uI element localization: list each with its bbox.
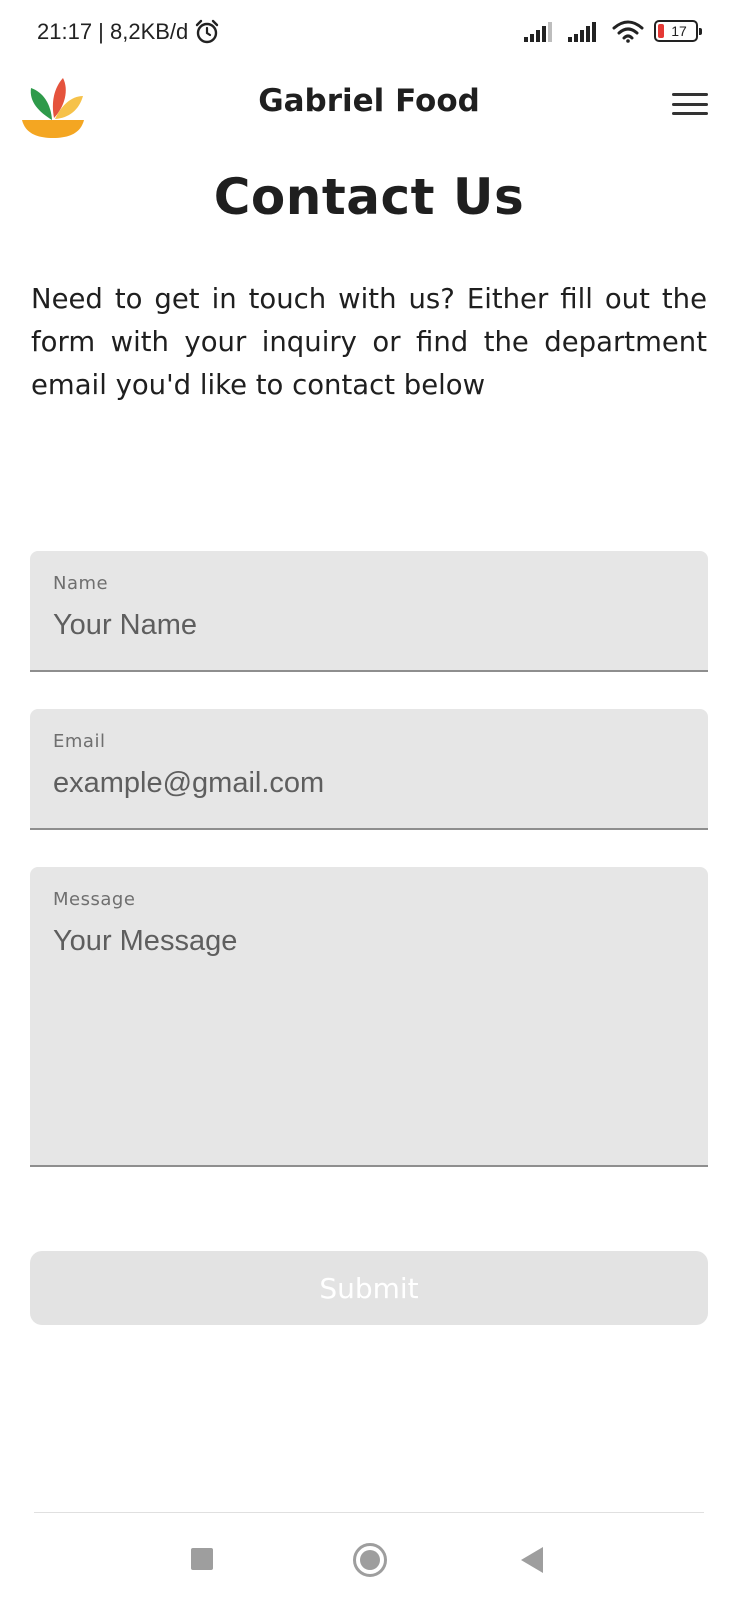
signal-icon xyxy=(568,22,596,42)
email-input[interactable] xyxy=(53,767,683,800)
name-field[interactable]: Name xyxy=(30,551,708,672)
battery-icon: 17 xyxy=(654,20,702,42)
menu-line xyxy=(672,93,708,96)
battery-level: 17 xyxy=(671,23,687,39)
system-nav-bar xyxy=(0,1513,738,1600)
status-right: 17 xyxy=(524,19,702,43)
wifi-icon xyxy=(612,20,644,43)
status-time: 21:17 | 8,2KB/d xyxy=(37,19,189,44)
intro-text: Need to get in touch with us? Either fil… xyxy=(31,283,707,401)
signal-icon xyxy=(524,22,552,42)
page-title: Contact Us xyxy=(213,168,525,226)
name-input[interactable] xyxy=(53,609,683,642)
submit-button[interactable]: Submit xyxy=(30,1251,708,1325)
recent-apps-icon[interactable] xyxy=(191,1548,213,1570)
status-left: 21:17 | 8,2KB/d xyxy=(37,19,220,45)
email-field[interactable]: Email xyxy=(30,709,708,830)
email-label: Email xyxy=(53,731,106,752)
message-input[interactable] xyxy=(53,925,683,1125)
menu-line xyxy=(672,112,708,115)
alarm-icon xyxy=(196,19,219,44)
message-label: Message xyxy=(53,889,136,910)
home-icon[interactable] xyxy=(353,1543,387,1577)
app-title: Gabriel Food xyxy=(258,83,480,119)
name-label: Name xyxy=(53,573,109,594)
hamburger-menu-icon[interactable] xyxy=(672,90,708,118)
back-icon[interactable] xyxy=(521,1547,543,1573)
status-bar: 21:17 | 8,2KB/d 17 xyxy=(0,0,738,66)
menu-line xyxy=(672,102,708,106)
app-bar: Gabriel Food xyxy=(0,66,738,146)
message-field[interactable]: Message xyxy=(30,867,708,1167)
